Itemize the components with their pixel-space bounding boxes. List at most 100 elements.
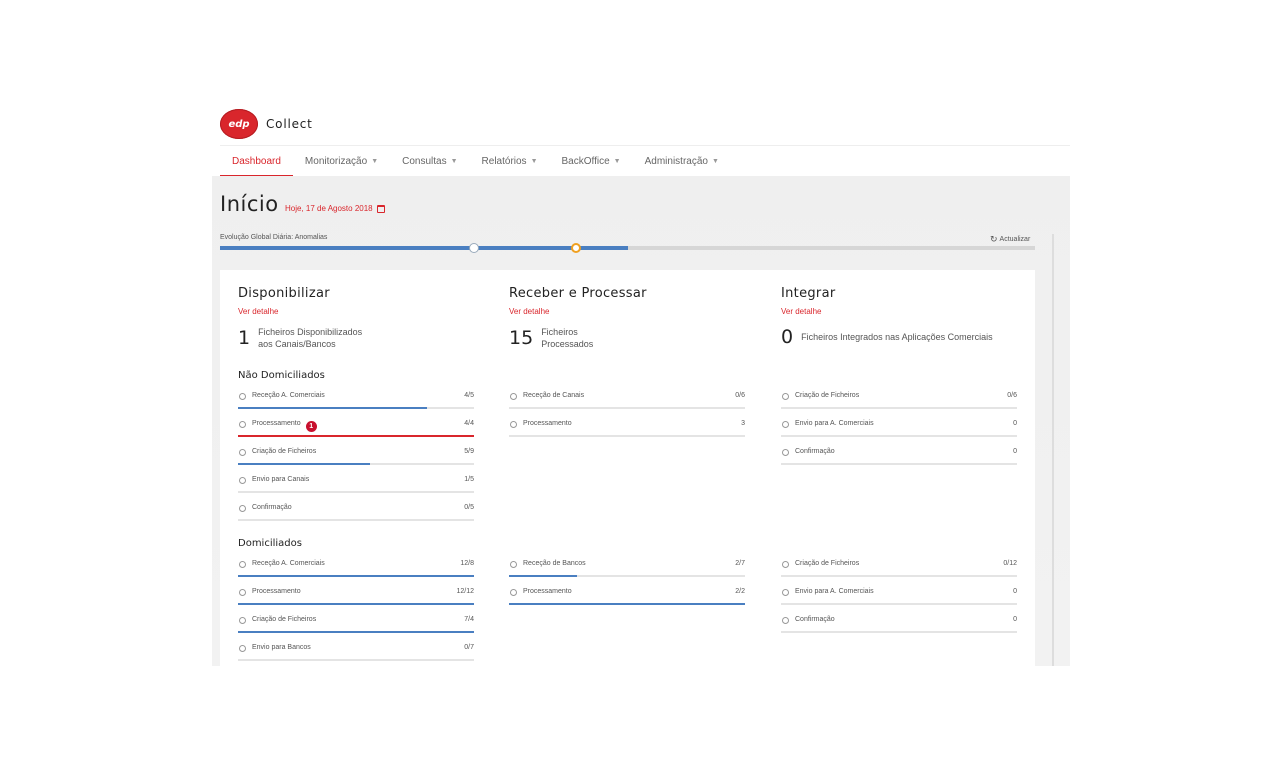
stage-row[interactable]: Receção A. Comerciais 12/8 bbox=[238, 560, 474, 580]
column-count-label: Ficheiros Disponibilizados aos Canais/Ba… bbox=[258, 327, 363, 349]
app-window: edp Collect Dashboard Monitorização ▼ Con… bbox=[212, 100, 1070, 666]
error-badge: 1 bbox=[305, 421, 317, 432]
stage-value: 0/12 bbox=[1003, 560, 1017, 567]
stage-row[interactable]: Confirmação 0 bbox=[781, 448, 1017, 468]
stage-label-text: Envio para A. Comerciais bbox=[795, 420, 874, 427]
ver-detalhe-link[interactable]: Ver detalhe bbox=[509, 307, 549, 316]
status-icon bbox=[782, 589, 789, 596]
stage-row[interactable]: Receção A. Comerciais 4/5 bbox=[238, 392, 474, 412]
evolution-track bbox=[220, 246, 1035, 250]
calendar-icon[interactable] bbox=[376, 204, 385, 213]
stage-progress-track bbox=[238, 603, 474, 605]
date-picker[interactable]: Hoje, 17 de Agosto 2018 bbox=[285, 204, 385, 213]
stage-value: 0/6 bbox=[1007, 392, 1017, 399]
column-count: 1 bbox=[238, 327, 251, 349]
stage-row[interactable]: Envio para Bancos 0/7 bbox=[238, 644, 474, 664]
status-icon bbox=[239, 449, 246, 456]
stage-progress-fill bbox=[238, 631, 474, 633]
stage-label-text: Criação de Ficheiros bbox=[795, 560, 860, 567]
column-count-label: Ficheiros Processados bbox=[541, 327, 594, 349]
stage-row[interactable]: Confirmação 0 bbox=[781, 616, 1017, 636]
nav-dashboard[interactable]: Dashboard bbox=[220, 146, 293, 177]
stage-label-text: Receção A. Comerciais bbox=[252, 560, 325, 567]
stage-row[interactable]: Criação de Ficheiros 5/9 bbox=[238, 448, 474, 468]
stage-value: 7/4 bbox=[464, 616, 474, 623]
stage-label-text: Confirmação bbox=[795, 448, 835, 455]
edp-logo: edp bbox=[220, 109, 258, 139]
stage-row[interactable]: Criação de Ficheiros 0/6 bbox=[781, 392, 1017, 412]
ver-detalhe-link[interactable]: Ver detalhe bbox=[781, 307, 821, 316]
column-summary: 0 Ficheiros Integrados nas Aplicações Com… bbox=[781, 326, 993, 348]
stage-label: Processamento bbox=[523, 588, 572, 595]
status-icon bbox=[239, 477, 246, 484]
stage-row[interactable]: Criação de Ficheiros 7/4 bbox=[238, 616, 474, 636]
stage-value: 1/5 bbox=[464, 476, 474, 483]
stage-row[interactable]: Confirmação 0/5 bbox=[238, 504, 474, 524]
column-count: 0 bbox=[781, 326, 794, 348]
stage-label: Criação de Ficheiros bbox=[795, 560, 859, 567]
stage-value: 3 bbox=[741, 420, 745, 427]
nav-backoffice[interactable]: BackOffice ▼ bbox=[562, 146, 621, 176]
column-count-label: Ficheiros Integrados nas Aplicações Come… bbox=[801, 332, 993, 342]
chevron-down-icon: ▼ bbox=[613, 157, 621, 165]
stage-row[interactable]: Envio para A. Comerciais 0 bbox=[781, 420, 1017, 440]
stage-row[interactable]: Receção de Canais 0/6 bbox=[509, 392, 745, 412]
nav-relatorios[interactable]: Relatórios ▼ bbox=[482, 146, 538, 176]
stage-label-text: Criação de Ficheiros bbox=[795, 392, 860, 399]
stage-row[interactable]: Processamento 12/12 bbox=[238, 588, 474, 608]
stage-progress-track bbox=[238, 631, 474, 633]
stage-value: 12/12 bbox=[456, 588, 474, 595]
status-icon bbox=[239, 589, 246, 596]
evolution-knob-start[interactable] bbox=[469, 243, 479, 253]
stage-progress-fill bbox=[238, 463, 371, 465]
ver-detalhe-link[interactable]: Ver detalhe bbox=[238, 307, 278, 316]
stage-value: 0 bbox=[1013, 420, 1017, 427]
stage-row[interactable]: Envio para Canais 1/5 bbox=[238, 476, 474, 496]
section-nao-domiciliados: Não Domiciliados bbox=[238, 370, 325, 381]
stage-label: Envio para A. Comerciais bbox=[795, 588, 874, 595]
stage-label: Criação de Ficheiros bbox=[795, 392, 859, 399]
stage-row[interactable]: Processamento 3 bbox=[509, 420, 745, 440]
status-icon bbox=[239, 421, 246, 428]
stage-progress-track bbox=[781, 603, 1017, 605]
refresh-button[interactable]: ↻ Actualizar bbox=[990, 234, 1030, 245]
nav-monitorizacao[interactable]: Monitorização ▼ bbox=[305, 146, 378, 176]
stage-label: Envio para Canais bbox=[252, 476, 309, 483]
stage-row[interactable]: Processamento 1 4/4 bbox=[238, 420, 474, 440]
nav-administracao[interactable]: Administração ▼ bbox=[645, 146, 719, 176]
stage-progress-fill bbox=[238, 575, 474, 577]
main-nav: Dashboard Monitorização ▼ Consultas ▼ Rela… bbox=[220, 145, 1070, 177]
summary-card: Disponibilizar Ver detalhe 1 Ficheiros Disp… bbox=[220, 270, 1035, 666]
stage-value: 4/5 bbox=[464, 392, 474, 399]
column-title: Integrar bbox=[781, 286, 836, 301]
column-title: Receber e Processar bbox=[509, 286, 647, 301]
stage-row[interactable]: Criação de Ficheiros 0/12 bbox=[781, 560, 1017, 580]
status-icon bbox=[239, 617, 246, 624]
stage-label-text: Envio para A. Comerciais bbox=[795, 588, 874, 595]
stage-label-text: Receção de Canais bbox=[523, 392, 585, 399]
stage-label: Processamento bbox=[252, 588, 301, 595]
nav-label: Monitorização bbox=[304, 155, 368, 167]
stage-row[interactable]: Envio para A. Comerciais 0 bbox=[781, 588, 1017, 608]
stage-progress-track bbox=[781, 575, 1017, 577]
dashboard-content: Início Hoje, 17 de Agosto 2018 Evolução … bbox=[212, 176, 1070, 666]
column-title: Disponibilizar bbox=[238, 286, 330, 301]
scrollbar[interactable] bbox=[1052, 234, 1054, 666]
stage-row[interactable]: Receção de Bancos 2/7 bbox=[509, 560, 745, 580]
stage-label: Processamento 1 bbox=[252, 420, 317, 432]
chevron-down-icon: ▼ bbox=[530, 157, 538, 165]
stage-label-text: Receção de Bancos bbox=[523, 560, 586, 567]
status-icon bbox=[782, 617, 789, 624]
stage-value: 4/4 bbox=[464, 420, 474, 427]
stage-label: Confirmação bbox=[252, 504, 292, 511]
brand[interactable]: edp Collect bbox=[220, 108, 313, 140]
evolution-knob-current[interactable] bbox=[571, 243, 581, 253]
stage-label: Receção de Bancos bbox=[523, 560, 586, 567]
stage-label-text: Processamento bbox=[523, 588, 572, 595]
status-icon bbox=[782, 421, 789, 428]
stage-progress-track bbox=[509, 407, 745, 409]
stage-progress-track bbox=[781, 435, 1017, 437]
nav-consultas[interactable]: Consultas ▼ bbox=[402, 146, 457, 176]
logo-text: edp bbox=[228, 118, 250, 130]
stage-row[interactable]: Processamento 2/2 bbox=[509, 588, 745, 608]
